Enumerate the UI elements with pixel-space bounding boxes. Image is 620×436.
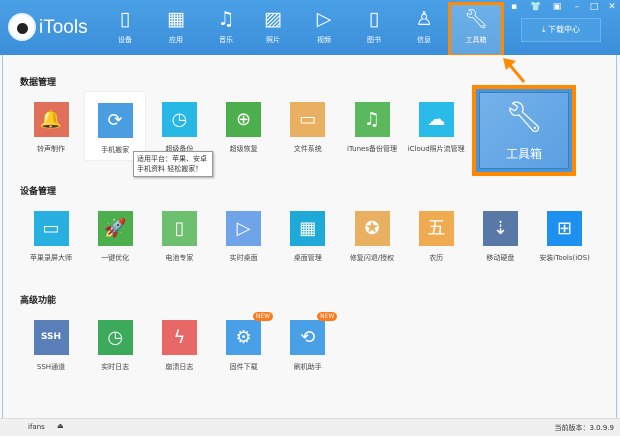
nav-music[interactable]: ♫ 音乐 [201,5,251,54]
tool-item[interactable]: ⊞ 安装iTools(iOS) [534,211,596,263]
tool-icon: ▷ [226,211,262,246]
tool-icon: ⊕ [226,102,262,137]
app-title: iTools [39,17,88,38]
tool-icon: ▯ [161,211,197,246]
apps-icon: ▦ [167,8,185,30]
nav-video[interactable]: ▷ 视频 [299,5,349,54]
tool-label: 实时桌面 [229,254,258,262]
tool-item[interactable]: SSH SSH通道 [20,320,82,372]
nav-device[interactable]: ▯ 设备 [100,5,150,54]
section-title: 高级功能 [20,296,57,306]
nav-contact[interactable]: ♙ 信息 [399,5,449,54]
tool-item[interactable]: ⚙ NEW 固件下载 [213,312,275,372]
contact-icon: ♙ [415,8,433,30]
tool-icon: ⟲ NEW [290,312,338,355]
tool-icon: ▦ [290,211,326,246]
nav-photo[interactable]: ▨ 照片 [248,5,298,54]
video-icon: ▷ [316,8,332,30]
section-title: 设备管理 [20,187,57,197]
tool-label: SSH通道 [36,363,66,371]
tool-item[interactable]: ▯ 电池专家 [148,211,210,263]
device-icon: ▯ [119,8,131,30]
wrench-icon: 🔧︎ [463,8,489,30]
tool-icon: ☁ [418,102,454,137]
minimize-icon[interactable]: – [569,2,585,12]
tool-icon: 五 [418,211,454,246]
tool-item[interactable]: ▷ 实时桌面 [213,211,275,263]
skin-icon[interactable]: 👕 [528,2,544,12]
tool-item[interactable]: ⟲ NEW 刷机助手 [277,312,339,372]
tool-label: 电池专家 [165,254,194,262]
music-icon: ♫ [217,8,235,30]
tool-label: 固件下载 [229,363,258,371]
tool-label: iCloud照片流管理 [407,145,465,153]
tool-label: 苹果录屏大师 [30,254,72,262]
tool-icon: ⟳ [97,103,133,138]
version-text: 当前版本：3.0.9.9 [554,424,615,432]
tool-label: 刷机助手 [293,363,322,371]
tool-item[interactable]: ☁ iCloud照片流管理 [405,102,467,154]
tool-label: 移动硬盘 [486,254,515,262]
tool-icon: ▭ [290,102,326,137]
tool-icon: ▭ [33,211,69,246]
itools-logo-icon [8,13,36,41]
tool-item[interactable]: ⇣ 移动硬盘 [469,211,531,263]
device-name[interactable]: ifans [28,423,45,431]
new-badge: NEW [252,312,274,321]
book-icon: ▯ [368,8,380,30]
tool-item[interactable]: ▦ 桌面管理 [277,211,339,263]
tool-icon: ◷ [97,320,133,355]
tool-item[interactable]: ⊕ 超级恢复 [213,102,275,154]
tool-icon: ⚙ NEW [226,312,274,355]
tool-icon: 🔔 [33,102,69,137]
top-bar: iTools ▯ 设备 ▦ 应用 ♫ 音乐 ▨ 照片 ▷ 视频 ▯ 图书 ♙ 信息 🔧︎ 工具箱 ▪ 👕 ▣ … [0,0,620,57]
tool-label: 崩溃日志 [165,363,194,371]
eject-icon[interactable]: ⏏ [57,422,64,430]
nav-wrench[interactable]: 🔧︎ 工具箱 [448,2,504,57]
tool-item[interactable]: 🚀 一键优化 [84,211,146,263]
feedback-icon[interactable]: ▪ [506,2,522,12]
nav-apps[interactable]: ▦ 应用 [151,5,201,54]
tool-icon: ◷ [161,102,197,137]
tool-item[interactable]: 五农历 [405,211,467,263]
settings-icon[interactable]: ▣ [549,2,565,12]
tooltip: 适用平台：苹果、安卓 手机资料 轻松搬家！ [133,151,213,177]
photo-icon: ▨ [264,8,282,30]
tool-label: 农历 [429,254,444,262]
tool-item[interactable]: ◷ 实时日志 [84,320,146,372]
tool-label: 超级恢复 [229,145,258,153]
tool-item[interactable]: ▭ 苹果录屏大师 [20,211,82,263]
tool-icon: SSH [33,320,69,355]
wrench-icon: 🔧︎ [504,100,544,135]
tool-icon: ϟ [161,320,197,355]
tool-label: 文件系统 [293,145,322,153]
tool-icon: 🚀 [97,211,133,246]
tool-item[interactable]: ♫ iTunes备份管理 [341,102,403,154]
tool-item[interactable]: ◷ 超级备份 [148,102,210,154]
section-title: 数据管理 [20,78,57,88]
arrow-annotation-icon [503,58,526,83]
tool-label: 修复闪退/授权 [349,254,395,262]
tool-label: 安装iTools(iOS) [539,254,590,262]
tool-label: 实时日志 [101,363,130,371]
nav-book[interactable]: ▯ 图书 [349,5,399,54]
tool-label: 一键优化 [101,254,130,262]
download-center-button[interactable]: ⤓ 下载中心 [521,18,601,42]
tool-label: 铃声制作 [37,145,65,153]
tool-label: iTunes备份管理 [347,145,397,153]
tool-icon: ✪ [354,211,390,246]
maximize-icon[interactable]: □ [586,2,602,12]
tool-item[interactable]: 🔔 铃声制作 [20,102,82,154]
tool-item[interactable]: ϟ 崩溃日志 [148,320,210,372]
tool-item[interactable]: ✪ 修复闪退/授权 [341,211,403,263]
tool-label: 桌面管理 [293,254,322,262]
tool-icon: ♫ [354,102,390,137]
new-badge: NEW [317,312,338,321]
close-icon[interactable]: ✕ [604,2,620,12]
tool-icon: ⊞ [547,211,583,246]
tool-icon: ⇣ [482,211,518,246]
toolbox-highlight[interactable]: 🔧︎ 工具箱 [472,85,576,176]
status-bar: ifans ⏏ 当前版本：3.0.9.9 [0,418,620,436]
tool-item[interactable]: ▭ 文件系统 [277,102,339,154]
